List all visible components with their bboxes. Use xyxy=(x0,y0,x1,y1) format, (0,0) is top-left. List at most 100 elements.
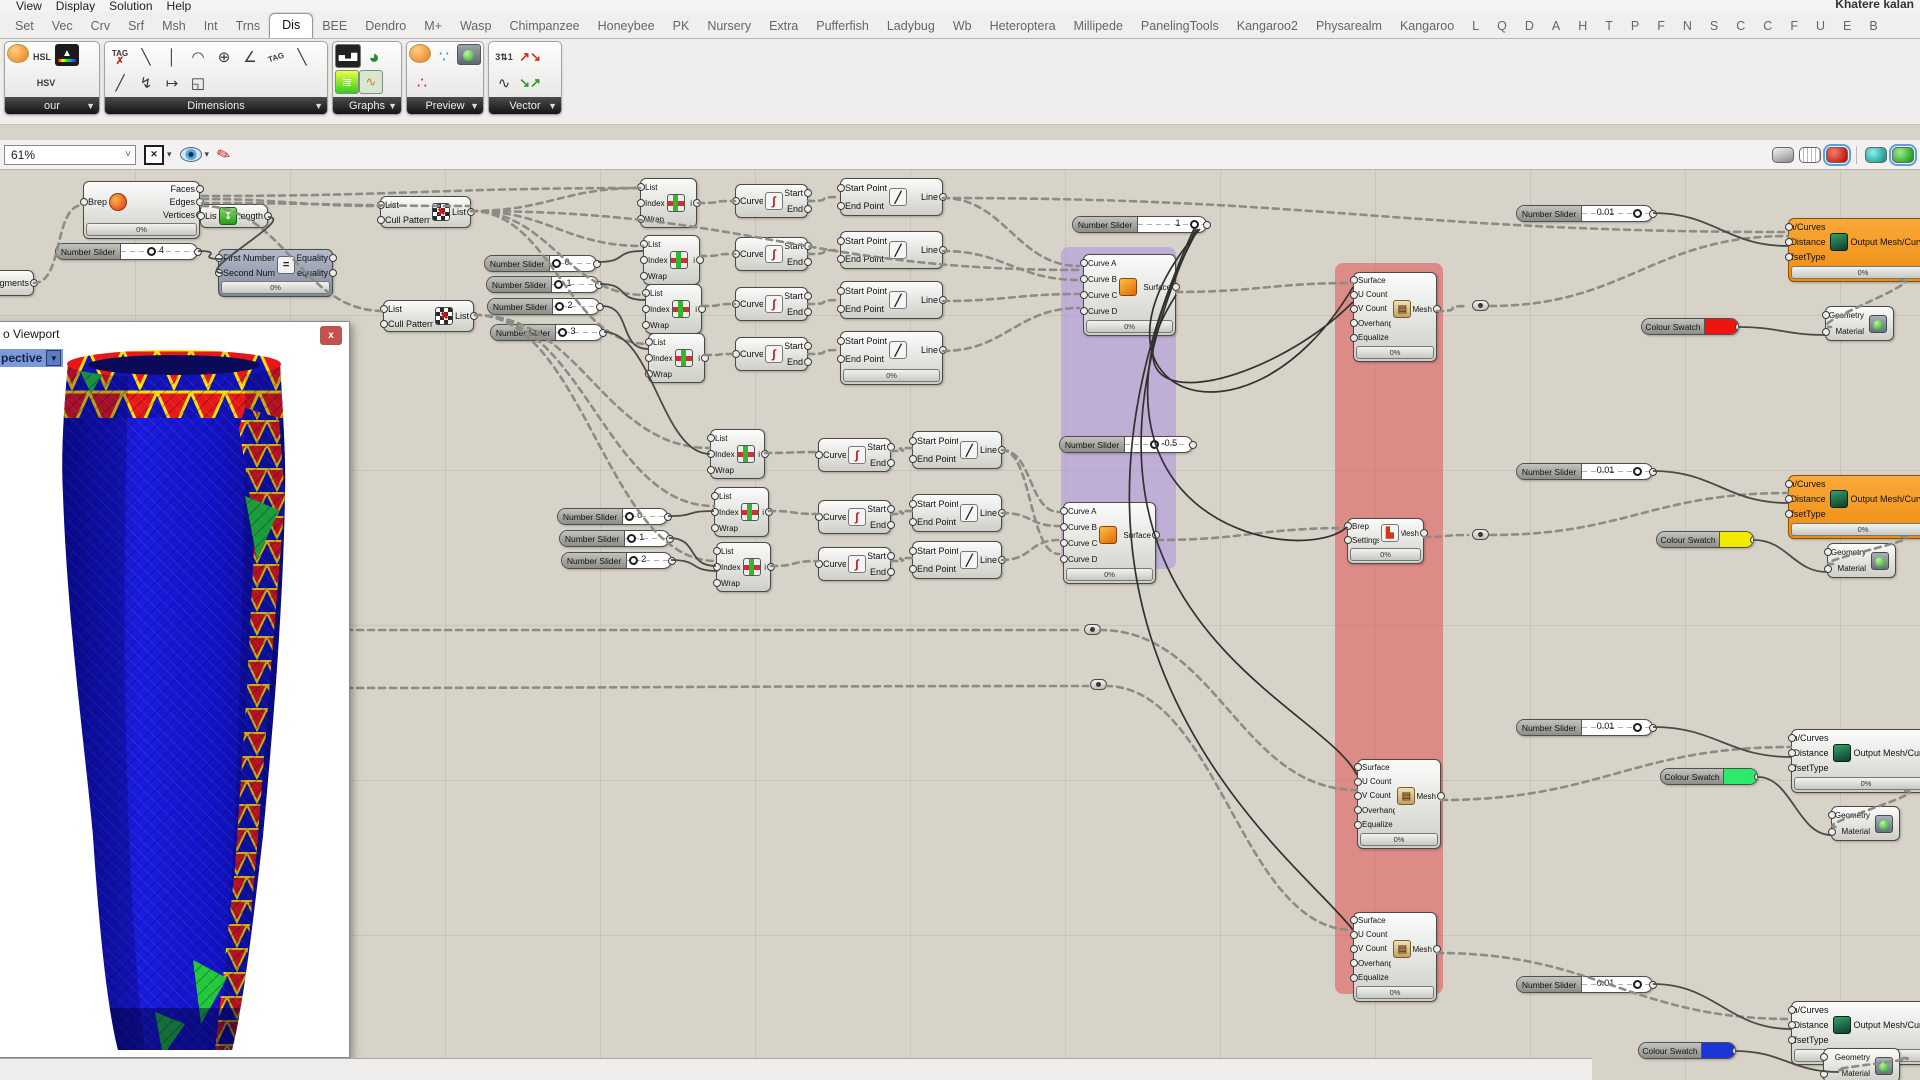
tab-pufferfish[interactable]: Pufferfish xyxy=(807,16,878,38)
tab-chimpanzee[interactable]: Chimpanzee xyxy=(500,16,588,38)
tab-m+[interactable]: M+ xyxy=(415,16,451,38)
panel-label[interactable]: Graphs▼ xyxy=(333,97,401,114)
tab-ladybug[interactable]: Ladybug xyxy=(878,16,944,38)
close-icon[interactable]: x xyxy=(320,326,342,345)
tab-kangaroo[interactable]: Kangaroo xyxy=(1391,16,1463,38)
tab-panelingtools[interactable]: PanelingTools xyxy=(1132,16,1228,38)
tab-h[interactable]: H xyxy=(1569,16,1596,38)
line-graph-icon[interactable]: ∿ xyxy=(359,70,383,94)
tag-icon[interactable]: TAG xyxy=(260,42,293,73)
gem-orange-icon[interactable] xyxy=(409,44,431,63)
viewport-title: o Viewport xyxy=(0,322,349,346)
arrows-green-icon[interactable]: ↘↗ xyxy=(517,70,543,96)
menu-display[interactable]: Display xyxy=(56,0,95,12)
tab-e[interactable]: E xyxy=(1834,16,1860,38)
tab-kangaroo2[interactable]: Kangaroo2 xyxy=(1228,16,1307,38)
ribbon-panel-graphs: ▅▂▇◕≣∿ Graphs▼ xyxy=(332,41,402,115)
dim-polyline-icon[interactable]: ╲ xyxy=(133,44,159,70)
zoom-combo[interactable]: 61% ˅ xyxy=(4,145,136,165)
dim-line-b-icon[interactable]: ╱ xyxy=(107,70,133,96)
tab-set[interactable]: Set xyxy=(6,16,43,38)
tab-u[interactable]: U xyxy=(1807,16,1834,38)
rhino-viewport-window[interactable]: o Viewport x xyxy=(0,321,350,1058)
panel-icons: 3⇅1↗↘∿↘↗ xyxy=(489,42,561,98)
tab-msh[interactable]: Msh xyxy=(153,16,195,38)
selected-only-gem[interactable] xyxy=(1865,147,1887,163)
zoom-extents-icon[interactable]: ✕ xyxy=(144,145,164,165)
tab-f[interactable]: F xyxy=(1648,16,1674,38)
chevron-down-icon[interactable]: ▾ xyxy=(205,149,210,160)
chevron-down-icon: ▼ xyxy=(388,101,397,111)
tab-srf[interactable]: Srf xyxy=(119,16,153,38)
camera-dropdown[interactable]: pective ▼ xyxy=(0,349,63,367)
spacer-icon[interactable] xyxy=(7,70,33,96)
squiggle-arrow-icon[interactable]: ∿ xyxy=(491,70,517,96)
tab-p[interactable]: P xyxy=(1622,16,1648,38)
tab-b[interactable]: B xyxy=(1860,16,1886,38)
tab-c[interactable]: C xyxy=(1727,16,1754,38)
tab-t[interactable]: T xyxy=(1596,16,1622,38)
tab-wb[interactable]: Wb xyxy=(944,16,981,38)
panel-label[interactable]: Vector▼ xyxy=(489,97,561,114)
tab-n[interactable]: N xyxy=(1674,16,1701,38)
prism-icon[interactable]: ▲ xyxy=(55,44,79,66)
arrows-red-icon[interactable]: ↗↘ xyxy=(517,44,543,70)
dim-curve-icon[interactable]: ↯ xyxy=(133,70,159,96)
tab-wasp[interactable]: Wasp xyxy=(451,16,501,38)
pie-chart-icon[interactable]: ◕ xyxy=(361,44,387,70)
dim-box-icon[interactable]: ◱ xyxy=(185,70,211,96)
menu-view[interactable]: View xyxy=(16,0,42,12)
dim-vertical-icon[interactable]: │ xyxy=(159,44,185,70)
tab-pk[interactable]: PK xyxy=(664,16,699,38)
dim-line-a-icon[interactable]: ╲ xyxy=(289,44,315,70)
preview-off-gem[interactable] xyxy=(1772,147,1794,163)
dim-cylinder-icon[interactable]: ⊕ xyxy=(211,44,237,70)
viewport-preview-icon[interactable] xyxy=(457,44,481,65)
panel-label[interactable]: our▼ xyxy=(5,97,99,114)
dots-blue-icon[interactable]: ∵ xyxy=(431,44,457,70)
selected-shaded-gem[interactable] xyxy=(1892,147,1914,163)
tab-nursery[interactable]: Nursery xyxy=(698,16,760,38)
red-gem-icon[interactable] xyxy=(7,44,29,63)
camera-name: pective xyxy=(1,351,42,365)
tab-heteroptera[interactable]: Heteroptera xyxy=(981,16,1065,38)
dim-arrow-icon[interactable]: ↦ xyxy=(159,70,185,96)
preview-wire-gem[interactable] xyxy=(1799,147,1821,163)
tab-vec[interactable]: Vec xyxy=(43,16,82,38)
tab-extra[interactable]: Extra xyxy=(760,16,807,38)
menu-solution[interactable]: Solution xyxy=(109,0,152,12)
preview-eye-icon[interactable] xyxy=(180,147,202,162)
tab-crv[interactable]: Crv xyxy=(82,16,119,38)
chevron-down-icon[interactable]: ▾ xyxy=(167,149,172,160)
tab-int[interactable]: Int xyxy=(195,16,227,38)
preview-shaded-gem[interactable] xyxy=(1826,147,1848,163)
tab-a[interactable]: A xyxy=(1543,16,1569,38)
toolbar-separator xyxy=(1856,146,1857,164)
histogram-icon[interactable]: ▅▂▇ xyxy=(335,44,361,68)
tab-honeybee[interactable]: Honeybee xyxy=(589,16,664,38)
tab-f[interactable]: F xyxy=(1781,16,1807,38)
sketch-pen-icon[interactable]: ✎ xyxy=(214,143,233,166)
tab-s[interactable]: S xyxy=(1701,16,1727,38)
tab-l[interactable]: L xyxy=(1463,16,1488,38)
tab-dis[interactable]: Dis xyxy=(269,13,313,38)
tab-d[interactable]: D xyxy=(1516,16,1543,38)
menu-help[interactable]: Help xyxy=(167,0,192,12)
sort-icon[interactable]: 3⇅1 xyxy=(491,44,517,70)
tab-bee[interactable]: BEE xyxy=(313,16,356,38)
tab-c[interactable]: C xyxy=(1754,16,1781,38)
tab-physarealm[interactable]: Physarealm xyxy=(1307,16,1391,38)
dim-arc-icon[interactable]: ◠ xyxy=(185,44,211,70)
dots-magenta-icon[interactable]: ∴ xyxy=(409,70,435,96)
tab-q[interactable]: Q xyxy=(1488,16,1516,38)
panel-label[interactable]: Preview▼ xyxy=(407,97,483,114)
tab-millipede[interactable]: Millipede xyxy=(1065,16,1132,38)
tab-dendro[interactable]: Dendro xyxy=(356,16,415,38)
panel-label[interactable]: Dimensions▼ xyxy=(105,97,327,114)
gradient-bars-icon[interactable]: ≣ xyxy=(335,70,359,94)
tag-delete-icon[interactable]: TAG✗ xyxy=(107,44,133,70)
viewport-canvas[interactable] xyxy=(0,348,349,1057)
hsv-icon[interactable]: HSV xyxy=(33,70,59,96)
hsl-icon[interactable]: HSL xyxy=(29,44,55,70)
tab-trns[interactable]: Trns xyxy=(227,16,270,38)
